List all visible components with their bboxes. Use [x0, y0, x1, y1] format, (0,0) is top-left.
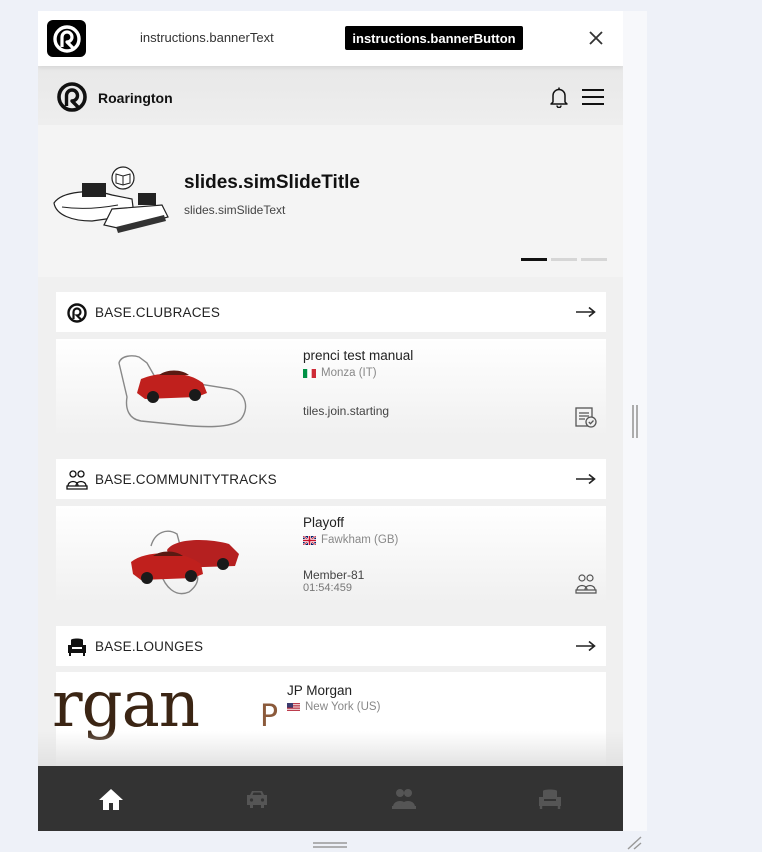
race-location: Monza (IT) [303, 367, 377, 379]
section-title: BASE.COMMUNITYTRACKS [95, 472, 277, 487]
section-title: BASE.CLUBRACES [95, 305, 221, 320]
close-icon[interactable] [585, 27, 607, 49]
slide-title: slides.simSlideTitle [184, 172, 361, 193]
fawkham-track-cars-image [131, 530, 239, 595]
lounge-location: New York (US) [287, 701, 380, 713]
corner-resize-grip-icon[interactable] [626, 836, 642, 850]
jp-morgan-logo: rgan [52, 668, 200, 742]
race-status: tiles.join.starting [303, 404, 390, 418]
location-text: Fawkham (GB) [321, 534, 399, 546]
monza-track-car-image [118, 355, 247, 428]
track-name: Playoff [303, 515, 345, 530]
app-logo-icon [47, 20, 86, 57]
brand-name: Roarington [98, 90, 173, 106]
registration-checklist-icon [575, 407, 597, 428]
track-location: Fawkham (GB) [303, 534, 398, 546]
slide-dot[interactable] [521, 258, 547, 261]
bell-icon[interactable] [549, 86, 569, 108]
section-title: BASE.LOUNGES [95, 639, 204, 654]
brand-logo-icon [67, 303, 87, 323]
lounge-chair-icon [68, 638, 86, 656]
banner-button[interactable]: instructions.bannerButton [345, 26, 523, 50]
hero-slider[interactable]: slides.simSlideTitle slides.simSlideText [38, 125, 623, 277]
lounge-name: JP Morgan [287, 683, 353, 698]
install-banner: instructions.bannerText instructions.ban… [38, 11, 623, 66]
us-flag-icon [287, 702, 300, 712]
slide-dot[interactable] [551, 258, 577, 261]
clubrace-tile[interactable]: prenci test manual Monza (IT) tiles.join… [56, 339, 606, 437]
nav-lounges[interactable] [477, 766, 623, 831]
home-icon[interactable] [98, 787, 124, 811]
logo-fragment: P [260, 699, 279, 734]
italy-flag-icon [303, 368, 316, 378]
side-resize-handle[interactable] [631, 405, 639, 438]
app-header: Roarington [38, 66, 623, 125]
app-frame: instructions.bannerText instructions.ban… [38, 11, 623, 831]
arrow-right-icon[interactable] [576, 473, 596, 485]
community-drivers-icon [575, 574, 597, 594]
brand-logo-icon[interactable] [56, 82, 88, 112]
community-track-tile[interactable]: Playoff Fawkham (GB) Member-81 01:54:459 [56, 506, 606, 604]
car-icon[interactable] [244, 787, 270, 811]
best-lap-time: 01:54:459 [303, 582, 352, 594]
section-header-clubraces[interactable]: BASE.CLUBRACES [56, 292, 606, 332]
uk-flag-icon [303, 535, 316, 545]
nav-cars[interactable] [184, 766, 330, 831]
section-header-communitytracks[interactable]: BASE.COMMUNITYTRACKS [56, 459, 606, 499]
arrow-right-icon[interactable] [576, 306, 596, 318]
sim-rig-illustration [53, 166, 169, 233]
slide-dot[interactable] [581, 258, 607, 261]
banner-text: instructions.bannerText [140, 30, 274, 45]
nav-home[interactable] [38, 766, 184, 831]
slide-text: slides.simSlideText [184, 203, 286, 217]
slide-indicators [521, 258, 607, 261]
best-driver: Member-81 [303, 568, 365, 582]
race-name: prenci test manual [303, 348, 414, 363]
scroll-fade [38, 731, 623, 766]
location-text: Monza (IT) [321, 367, 377, 379]
bottom-navigation [38, 766, 623, 831]
arrow-right-icon[interactable] [576, 640, 596, 652]
section-header-lounges[interactable]: BASE.LOUNGES [56, 626, 606, 666]
hamburger-menu-icon[interactable] [581, 87, 605, 107]
community-icon[interactable] [391, 787, 417, 811]
bottom-resize-handle[interactable] [313, 842, 347, 848]
nav-community[interactable] [331, 766, 477, 831]
lounge-icon[interactable] [537, 787, 563, 811]
location-text: New York (US) [305, 701, 381, 713]
community-drivers-icon [66, 470, 88, 490]
